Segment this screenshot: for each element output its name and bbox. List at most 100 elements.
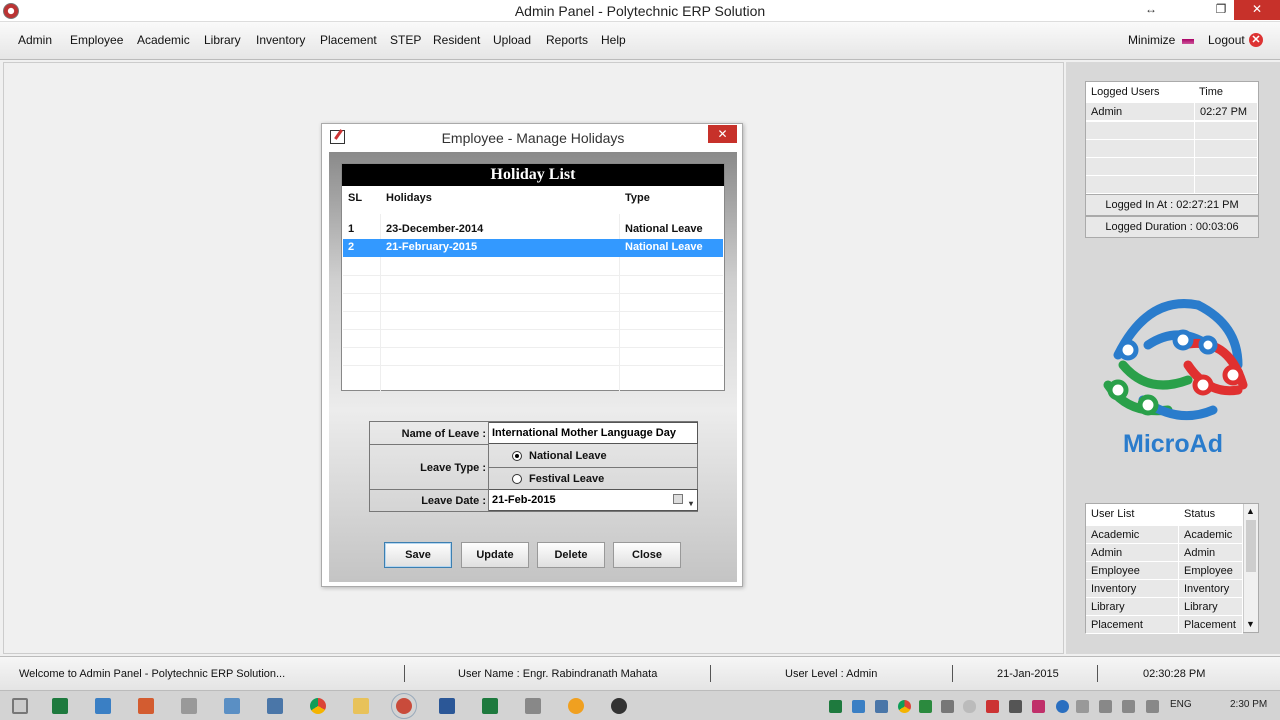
user-list-status[interactable]: Academic xyxy=(1179,526,1243,544)
start-icon[interactable] xyxy=(12,698,28,714)
erp-app-icon[interactable] xyxy=(391,693,417,719)
update-button[interactable]: Update xyxy=(461,542,529,568)
column-sl[interactable]: SL xyxy=(348,192,362,204)
user-level-text: User Level : Admin xyxy=(785,668,878,680)
menu-academic[interactable]: Academic xyxy=(137,33,190,47)
menu-reports[interactable]: Reports xyxy=(546,33,588,47)
window-close-button[interactable]: ✕ xyxy=(1234,0,1280,20)
save-button[interactable]: Save xyxy=(384,542,452,568)
flag-icon[interactable] xyxy=(1076,700,1089,713)
logged-in-at: Logged In At : 02:27:21 PM xyxy=(1085,194,1259,216)
column-type[interactable]: Type xyxy=(625,192,650,204)
user-list-name[interactable]: Placement xyxy=(1086,616,1179,634)
menu-help[interactable]: Help xyxy=(601,33,626,47)
menu-placement[interactable]: Placement xyxy=(320,33,377,47)
menu-employee[interactable]: Employee xyxy=(70,33,123,47)
calendar-icon[interactable] xyxy=(673,494,683,504)
national-leave-radio[interactable] xyxy=(512,451,522,461)
word-icon[interactable] xyxy=(439,698,455,714)
status-time: 02:30:28 PM xyxy=(1143,668,1206,680)
user-list-name[interactable]: Admin xyxy=(1086,544,1179,562)
title-bar: Admin Panel - Polytechnic ERP Solution ↔… xyxy=(0,0,1280,22)
maximize-button[interactable]: ❐ xyxy=(1206,0,1236,20)
minimize-icon[interactable] xyxy=(1182,39,1194,44)
national-leave-label[interactable]: National Leave xyxy=(529,450,607,462)
sync-icon[interactable] xyxy=(95,698,111,714)
table-row[interactable]: 1 23-December-2014 National Leave xyxy=(343,221,723,239)
tray-app-icon[interactable] xyxy=(941,700,954,713)
user-list-status[interactable]: Admin xyxy=(1179,544,1243,562)
user-list-header: User List xyxy=(1086,504,1178,524)
tray-rdp-icon[interactable] xyxy=(875,700,888,713)
office-icon[interactable] xyxy=(138,698,154,714)
menu-step[interactable]: STEP xyxy=(390,33,421,47)
leave-date-picker[interactable]: 21-Feb-2015 ▾ xyxy=(488,489,698,511)
signal-icon[interactable] xyxy=(1122,700,1135,713)
cloud-icon[interactable] xyxy=(963,700,976,713)
scroll-thumb[interactable] xyxy=(1246,520,1256,572)
volume-icon[interactable] xyxy=(1146,700,1159,713)
user-list-status[interactable]: Placement xyxy=(1179,616,1243,634)
network-status-icon[interactable] xyxy=(1099,700,1112,713)
chrome-icon[interactable] xyxy=(310,698,326,714)
scroll-down-icon[interactable]: ▼ xyxy=(1246,619,1255,629)
menu-inventory[interactable]: Inventory xyxy=(256,33,305,47)
tray-excel-icon[interactable] xyxy=(829,700,842,713)
menu-resident[interactable]: Resident xyxy=(433,33,480,47)
grid-line xyxy=(343,275,723,276)
user-list-name[interactable]: Inventory xyxy=(1086,580,1179,598)
bluetooth-icon[interactable] xyxy=(1056,700,1069,713)
network-icon[interactable] xyxy=(224,698,240,714)
name-of-leave-input[interactable]: International Mother Language Day xyxy=(488,422,698,444)
table-row-selected[interactable]: 2 21-February-2015 National Leave xyxy=(343,239,723,257)
festival-leave-label[interactable]: Festival Leave xyxy=(529,473,604,485)
close-button[interactable]: Close xyxy=(613,542,681,568)
folder-icon[interactable] xyxy=(353,698,369,714)
logged-users-grid: Logged Users Time Admin 02:27 PM xyxy=(1085,81,1259,194)
row-sl: 1 xyxy=(348,223,355,235)
grid-line xyxy=(343,347,723,348)
scroll-up-icon[interactable]: ▲ xyxy=(1246,506,1255,516)
dialog-close-button[interactable]: ✕ xyxy=(708,125,737,143)
minimize-link[interactable]: Minimize xyxy=(1128,33,1175,47)
calculator-icon[interactable] xyxy=(181,698,197,714)
logout-link[interactable]: Logout xyxy=(1208,33,1245,47)
user-list-name[interactable]: Academic xyxy=(1086,526,1179,544)
status-separator xyxy=(404,665,405,682)
row-type: National Leave xyxy=(625,223,703,235)
search-icon[interactable] xyxy=(611,698,627,714)
restore-button[interactable]: ↔ xyxy=(1136,0,1166,20)
column-holidays[interactable]: Holidays xyxy=(386,192,432,204)
grid-line xyxy=(343,311,723,312)
user-list-name[interactable]: Library xyxy=(1086,598,1179,616)
tray-app-icon[interactable] xyxy=(919,700,932,713)
rdp-icon[interactable] xyxy=(267,698,283,714)
menu-admin[interactable]: Admin xyxy=(18,33,52,47)
user-list-status[interactable]: Library xyxy=(1179,598,1243,616)
user-list-status[interactable]: Inventory xyxy=(1179,580,1243,598)
language-indicator[interactable]: ENG xyxy=(1170,699,1192,710)
logout-icon[interactable]: ✕ xyxy=(1249,33,1263,47)
menu-upload[interactable]: Upload xyxy=(493,33,531,47)
festival-leave-radio[interactable] xyxy=(512,474,522,484)
menu-library[interactable]: Library xyxy=(204,33,241,47)
excel-icon[interactable] xyxy=(52,698,68,714)
user-list-status[interactable]: Employee xyxy=(1179,562,1243,580)
delete-button[interactable]: Delete xyxy=(537,542,605,568)
logged-user-time[interactable]: 02:27 PM xyxy=(1195,103,1258,121)
taskbar-clock[interactable]: 2:30 PM xyxy=(1230,699,1267,710)
user-list-name[interactable]: Employee xyxy=(1086,562,1179,580)
tool-icon[interactable] xyxy=(525,698,541,714)
excel-icon[interactable] xyxy=(482,698,498,714)
form-divider xyxy=(488,422,489,511)
media-player-icon[interactable] xyxy=(568,698,584,714)
tray-app-icon[interactable] xyxy=(1032,700,1045,713)
tray-app-icon[interactable] xyxy=(852,700,865,713)
logged-user-name[interactable]: Admin xyxy=(1086,103,1195,121)
tray-app-icon[interactable] xyxy=(1009,700,1022,713)
row-holiday: 21-February-2015 xyxy=(386,241,478,253)
user-list-scrollbar[interactable]: ▲ ▼ xyxy=(1243,504,1258,632)
pdf-icon[interactable] xyxy=(986,700,999,713)
chevron-down-icon[interactable]: ▾ xyxy=(689,494,693,514)
tray-chrome-icon[interactable] xyxy=(898,700,911,713)
